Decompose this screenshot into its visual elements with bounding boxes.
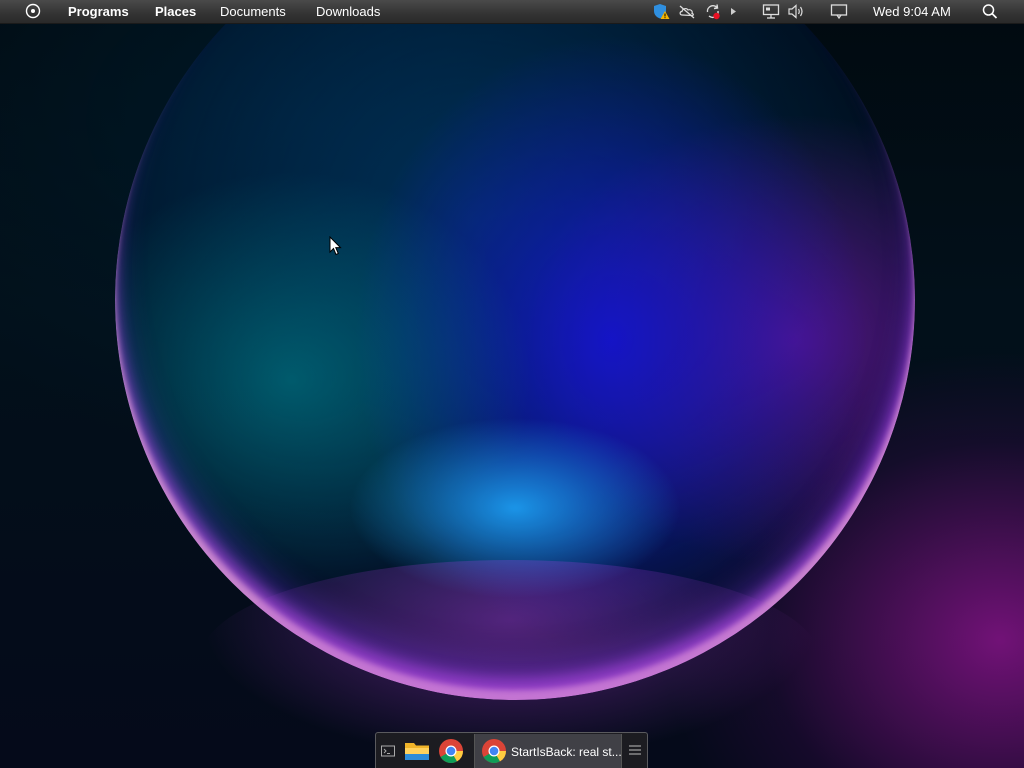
search-icon[interactable] [981, 3, 999, 20]
defender-warning-icon[interactable] [652, 3, 670, 20]
taskbar-window-title: StartIsBack: real st... [511, 745, 622, 759]
menu-places[interactable]: Places [155, 4, 196, 19]
top-menu-bar: Programs Places Documents Downloads Wed … [0, 0, 1024, 24]
menu-downloads[interactable]: Downloads [316, 4, 380, 19]
clock[interactable]: Wed 9:04 AM [873, 4, 951, 19]
sync-error-icon[interactable] [704, 3, 722, 20]
wallpaper [0, 0, 1024, 768]
volume-icon[interactable] [787, 3, 805, 20]
network-icon[interactable] [762, 3, 780, 20]
taskbar-menu-icon[interactable] [628, 744, 642, 756]
taskbar-window-chrome[interactable]: StartIsBack: real st... [474, 734, 622, 768]
desktop[interactable]: Programs Places Documents Downloads Wed … [0, 0, 1024, 768]
tray-expand-icon[interactable] [728, 3, 740, 20]
menu-programs[interactable]: Programs [68, 4, 129, 19]
onedrive-off-icon[interactable] [678, 3, 696, 20]
wallpaper-rim-glow [200, 560, 820, 760]
chrome-icon [482, 739, 506, 764]
start-button[interactable] [25, 3, 41, 19]
mouse-cursor-icon [329, 236, 342, 256]
notifications-icon[interactable] [830, 3, 848, 20]
wallpaper-orb [115, 0, 915, 700]
terminal-icon[interactable] [381, 738, 395, 764]
taskbar: StartIsBack: real st... [375, 732, 648, 768]
menu-documents[interactable]: Documents [220, 4, 286, 19]
file-explorer-icon[interactable] [404, 738, 430, 764]
chrome-icon[interactable] [438, 738, 464, 764]
